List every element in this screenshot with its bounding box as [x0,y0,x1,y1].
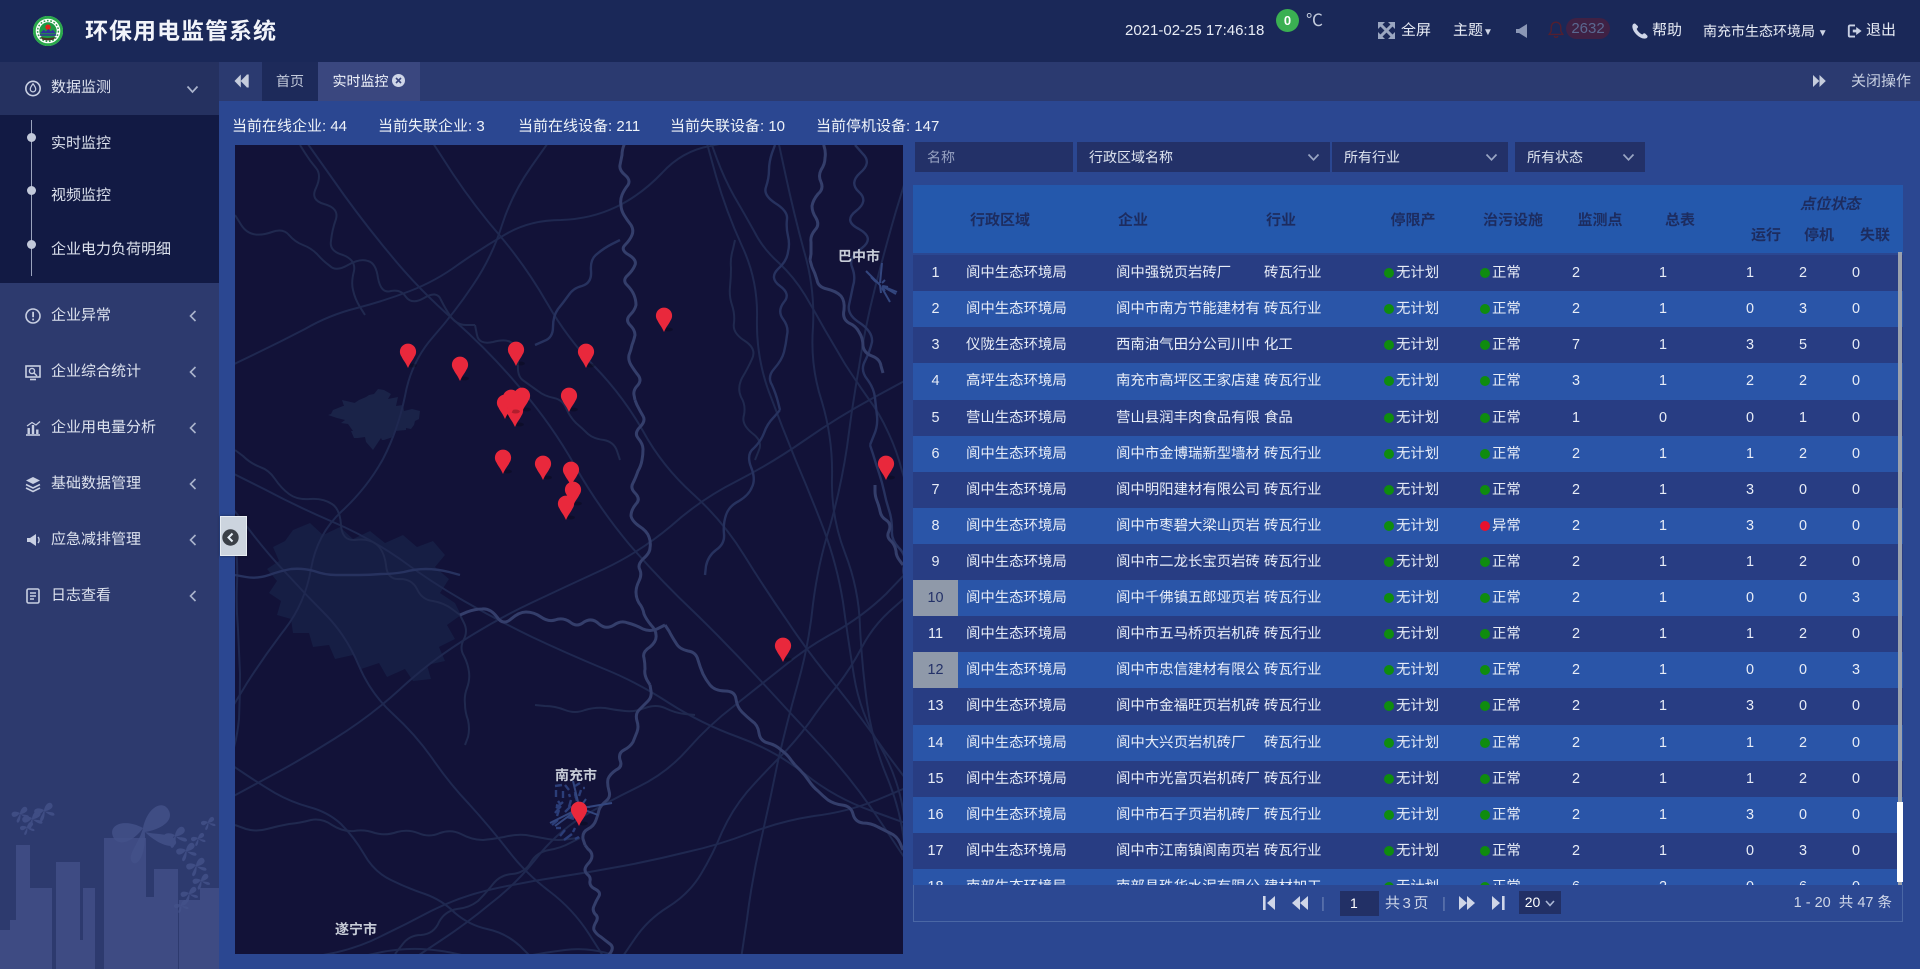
svg-text:巴中市: 巴中市 [838,248,880,264]
svg-text:南充市: 南充市 [555,767,597,783]
svg-text:遂宁市: 遂宁市 [335,921,377,937]
